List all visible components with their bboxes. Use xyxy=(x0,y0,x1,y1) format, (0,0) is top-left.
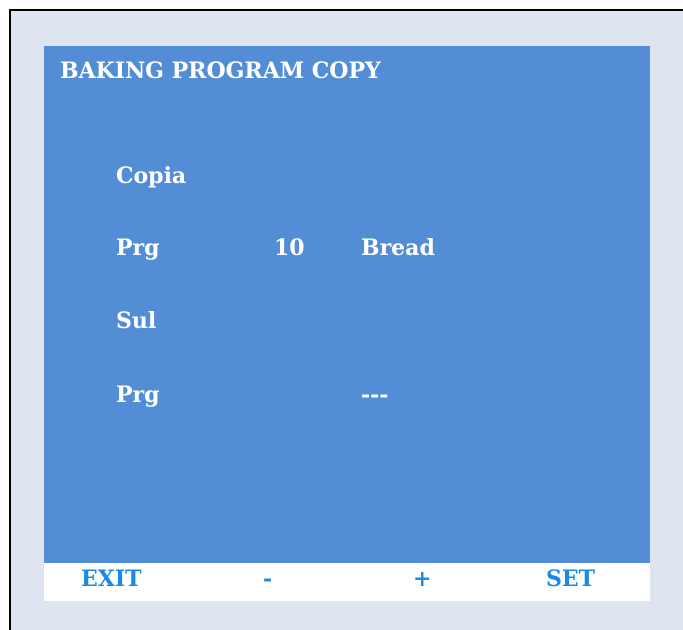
row-copia: Copia xyxy=(44,163,650,193)
minus-button[interactable]: - xyxy=(263,566,272,592)
lcd-screen: BAKING PROGRAM COPY Copia Prg 10 Bread S… xyxy=(44,46,650,563)
row-label: Sul xyxy=(116,308,157,334)
target-program-value: --- xyxy=(361,382,389,408)
plus-button[interactable]: + xyxy=(413,566,431,592)
row-label: Copia xyxy=(116,163,187,189)
screen-title: BAKING PROGRAM COPY xyxy=(60,58,381,84)
set-button[interactable]: SET xyxy=(546,566,595,592)
program-name: Bread xyxy=(361,235,435,261)
program-number: 10 xyxy=(274,235,305,261)
softkey-bar: EXIT - + SET xyxy=(44,563,650,601)
row-label: Prg xyxy=(116,235,160,261)
row-source-program: Prg 10 Bread xyxy=(44,235,650,265)
row-target-program: Prg --- xyxy=(44,382,650,412)
row-sul: Sul xyxy=(44,308,650,338)
exit-button[interactable]: EXIT xyxy=(81,566,142,592)
row-label: Prg xyxy=(116,382,160,408)
